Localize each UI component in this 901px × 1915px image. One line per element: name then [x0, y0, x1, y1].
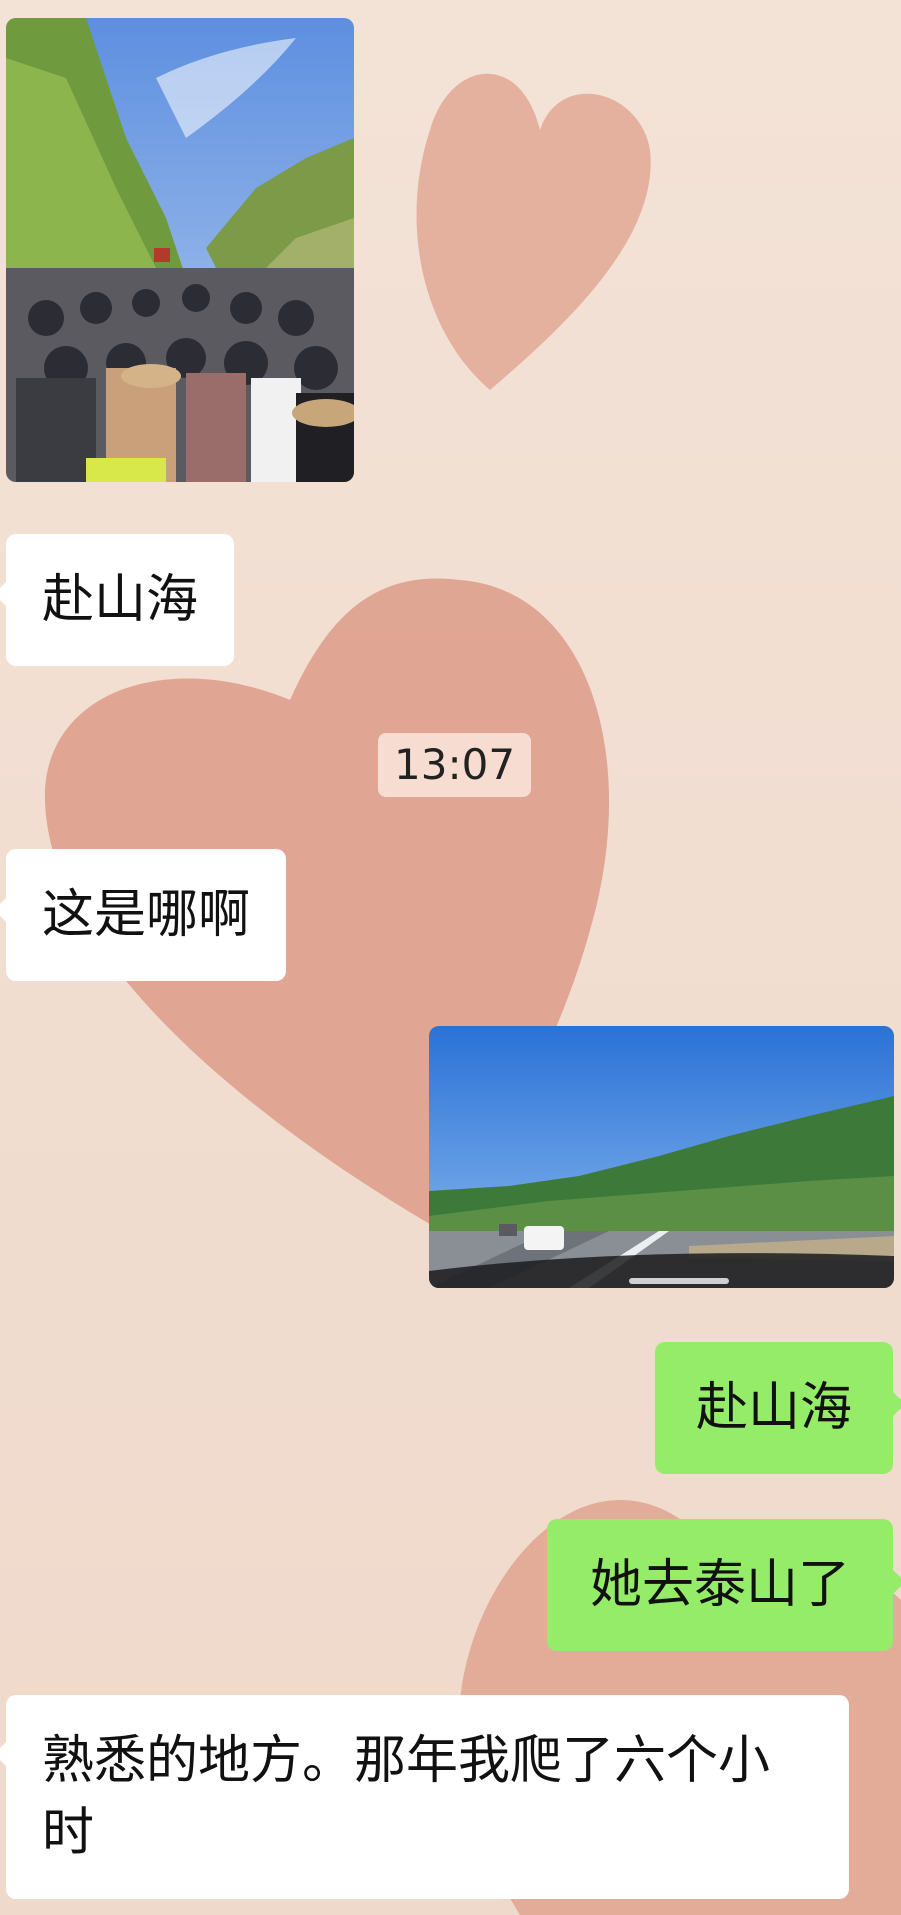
outgoing-message-bubble[interactable]: 她去泰山了 [547, 1519, 893, 1651]
outgoing-photo[interactable] [429, 1026, 894, 1288]
bubble-tail [893, 1392, 901, 1416]
message-text: 赴山海 [42, 570, 199, 630]
message-text: 这是哪啊 [42, 885, 251, 945]
message-text: 熟悉的地方。那年我爬了六个小时 [42, 1731, 771, 1863]
outgoing-message-bubble[interactable]: 赴山海 [655, 1342, 893, 1474]
timestamp-text: 13:07 [394, 740, 516, 789]
incoming-message-bubble[interactable]: 熟悉的地方。那年我爬了六个小时 [6, 1695, 849, 1899]
highway-mountain-photo-icon [429, 1026, 894, 1288]
message-text: 赴山海 [695, 1378, 852, 1438]
bubble-tail [893, 1570, 901, 1594]
incoming-photo[interactable] [6, 18, 354, 482]
timestamp: 13:07 [378, 733, 532, 797]
incoming-message-bubble[interactable]: 这是哪啊 [6, 849, 287, 981]
incoming-message-bubble[interactable]: 赴山海 [6, 534, 235, 666]
message-text: 她去泰山了 [589, 1555, 850, 1615]
crowd-mountain-photo-icon [6, 18, 354, 482]
